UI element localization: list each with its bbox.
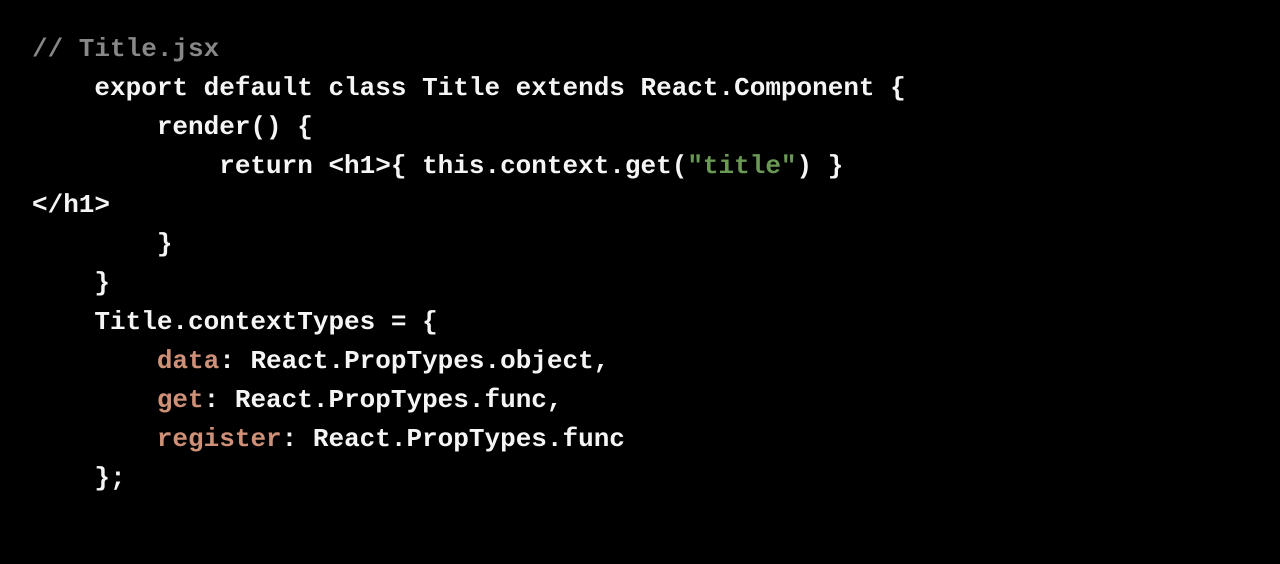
code-line: }	[32, 225, 1250, 264]
code-segment: : React.PropTypes.func,	[204, 385, 563, 415]
code-line: export default class Title extends React…	[32, 69, 1250, 108]
code-segment: }	[32, 229, 172, 259]
code-segment: };	[32, 463, 126, 493]
code-segment: : React.PropTypes.func	[282, 424, 625, 454]
code-line: return <h1>{ this.context.get("title") }	[32, 147, 1250, 186]
code-segment: // Title.jsx	[32, 34, 219, 64]
code-line: get: React.PropTypes.func,	[32, 381, 1250, 420]
code-block: // Title.jsx export default class Title …	[32, 30, 1250, 498]
code-line: // Title.jsx	[32, 30, 1250, 69]
code-segment: Title.contextTypes = {	[32, 307, 438, 337]
code-segment: : React.PropTypes.object,	[219, 346, 609, 376]
code-segment: return <h1>{ this.context.get(	[32, 151, 687, 181]
code-segment	[32, 385, 157, 415]
code-segment: register	[157, 424, 282, 454]
code-segment: ) }	[797, 151, 844, 181]
code-line: }	[32, 264, 1250, 303]
code-segment	[32, 346, 157, 376]
code-segment: data	[157, 346, 219, 376]
code-segment: </h1>	[32, 190, 110, 220]
code-line: Title.contextTypes = {	[32, 303, 1250, 342]
code-segment: "title"	[687, 151, 796, 181]
code-segment	[32, 424, 157, 454]
code-segment: get	[157, 385, 204, 415]
code-line: register: React.PropTypes.func	[32, 420, 1250, 459]
code-line: data: React.PropTypes.object,	[32, 342, 1250, 381]
code-line: };	[32, 459, 1250, 498]
code-line: render() {	[32, 108, 1250, 147]
code-line: </h1>	[32, 186, 1250, 225]
code-segment: export default class Title extends React…	[32, 73, 906, 103]
code-segment: render() {	[32, 112, 313, 142]
code-segment: }	[32, 268, 110, 298]
